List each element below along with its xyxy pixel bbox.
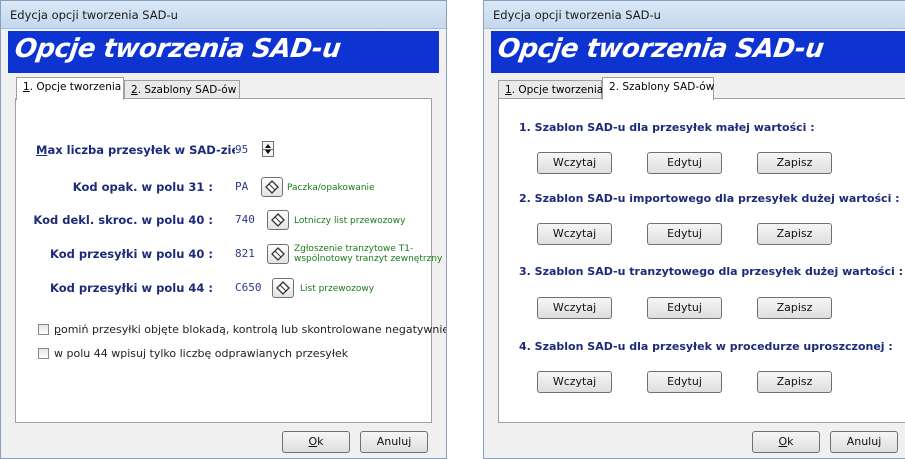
button-accesskey: O [308,435,318,448]
field44-count-label: w polu 44 wpisuj tylko liczbę odprawiany… [54,347,349,360]
shipment-code-44-input[interactable]: C650 [235,281,269,294]
load-button[interactable]: Wczytaj [537,297,612,319]
tab-label: . Opcje tworzenia [29,81,122,93]
banner-text: Opcje tworzenia SAD-u [12,34,343,64]
banner: Opcje tworzenia SAD-u [491,31,905,73]
shipment-code-40-description: Zgłoszenie tranzytowe T1- [294,244,414,254]
shipment-code-40-label: Kod przesyłki w polu 40 : [50,247,213,261]
section-title: 4. Szablon SAD-u dla przesyłek w procedu… [519,340,893,353]
button-accesskey: O [778,435,788,448]
save-button[interactable]: Zapisz [757,223,832,245]
banner: Opcje tworzenia SAD-u [8,31,439,73]
save-button[interactable]: Zapisz [757,152,832,174]
section-title: 3. Szablon SAD-u tranzytowego dla przesy… [519,265,904,278]
declaration-code-input[interactable]: 740 [235,213,263,226]
load-button[interactable]: Wczytaj [537,223,612,245]
tab-creation-options[interactable]: 1. Opcje tworzenia [16,77,124,100]
tab-label: . Szablony SAD-ów [615,81,715,93]
tab-number: 1 [23,81,30,93]
options-dialog-tab1: Edycja opcji tworzenia SAD-u Opcje tworz… [0,0,447,459]
tab-creation-options[interactable]: 1. Opcje tworzenia [498,80,604,99]
save-button[interactable]: Zapisz [757,297,832,319]
tab-number: 2 [131,84,138,96]
max-shipments-input[interactable]: 95 [235,143,263,156]
eraser-icon [276,281,290,295]
edit-button[interactable]: Edytuj [647,371,722,393]
edit-button[interactable]: Edytuj [647,223,722,245]
declaration-code-description: Lotniczy list przewozowy [294,216,406,226]
eraser-icon [271,247,285,261]
label-text: ax liczba przesyłek w SAD-zie : [47,143,248,157]
eraser-icon [265,180,279,194]
spin-up-icon [265,144,271,148]
ok-button[interactable]: Ok [752,431,820,453]
button-label: k [787,435,794,448]
package-code-label: Kod opak. w polu 31 : [72,180,213,194]
shipment-code-40-input[interactable]: 821 [235,247,263,260]
skip-blocked-label: pomiń przesyłki objęte blokadą, kontrolą… [54,323,447,336]
shipment-code-44-label: Kod przesyłki w polu 44 : [50,281,213,295]
field44-count-checkbox[interactable] [38,348,49,359]
options-dialog-tab2: Edycja opcji tworzenia SAD-u Opcje tworz… [483,0,905,459]
label-accesskey: M [36,143,48,157]
options-panel: Max liczba przesyłek w SAD-zie : 95 Kod … [15,98,446,423]
skip-blocked-checkbox[interactable] [38,324,49,335]
label-text: omiń przesyłki objęte blokadą, kontrolą … [60,323,447,336]
tab-sad-templates[interactable]: 2. Szablony SAD-ów [124,80,240,99]
edit-button[interactable]: Edytuj [647,152,722,174]
ok-button[interactable]: Ok [282,431,350,453]
spin-down-icon [265,150,271,154]
section-title: 1. Szablon SAD-u dla przesyłek małej war… [519,121,815,134]
shipment-code-44-description: List przewozowy [300,284,375,294]
eraser-icon [271,213,285,227]
edit-button[interactable]: Edytuj [647,297,722,319]
tab-sad-templates[interactable]: 2. Szablony SAD-ów [602,77,714,100]
cancel-button[interactable]: Anuluj [830,431,898,453]
label-accesskey: p [54,323,61,336]
lookup-button[interactable] [272,278,294,298]
max-shipments-spinner[interactable] [262,141,274,157]
load-button[interactable]: Wczytaj [537,371,612,393]
shipment-code-40-description-line2: wspólnotowy tranzyt zewnętrzny [294,254,443,264]
lookup-button[interactable] [267,210,289,230]
max-shipments-label: Max liczba przesyłek w SAD-zie : [36,143,248,157]
tab-number: 1 [505,84,512,96]
lookup-button[interactable] [261,177,283,197]
tab-label: . Szablony SAD-ów [137,84,237,96]
cancel-button[interactable]: Anuluj [360,431,428,453]
load-button[interactable]: Wczytaj [537,152,612,174]
package-code-description: Paczka/opakowanie [287,183,375,193]
section-title: 2. Szablon SAD-u importowego dla przesył… [519,192,900,205]
window-title: Edycja opcji tworzenia SAD-u [1,1,446,29]
templates-panel: 1. Szablon SAD-u dla przesyłek małej war… [498,98,905,423]
package-code-input[interactable]: PA [235,180,263,193]
banner-text: Opcje tworzenia SAD-u [495,34,826,64]
tab-label: . Opcje tworzenia [511,84,604,96]
declaration-code-label: Kod dekl. skroc. w polu 40 : [33,213,213,227]
button-label: k [317,435,324,448]
tab-number: 2 [609,81,616,93]
window-title: Edycja opcji tworzenia SAD-u [484,1,905,29]
save-button[interactable]: Zapisz [757,371,832,393]
lookup-button[interactable] [267,244,289,264]
